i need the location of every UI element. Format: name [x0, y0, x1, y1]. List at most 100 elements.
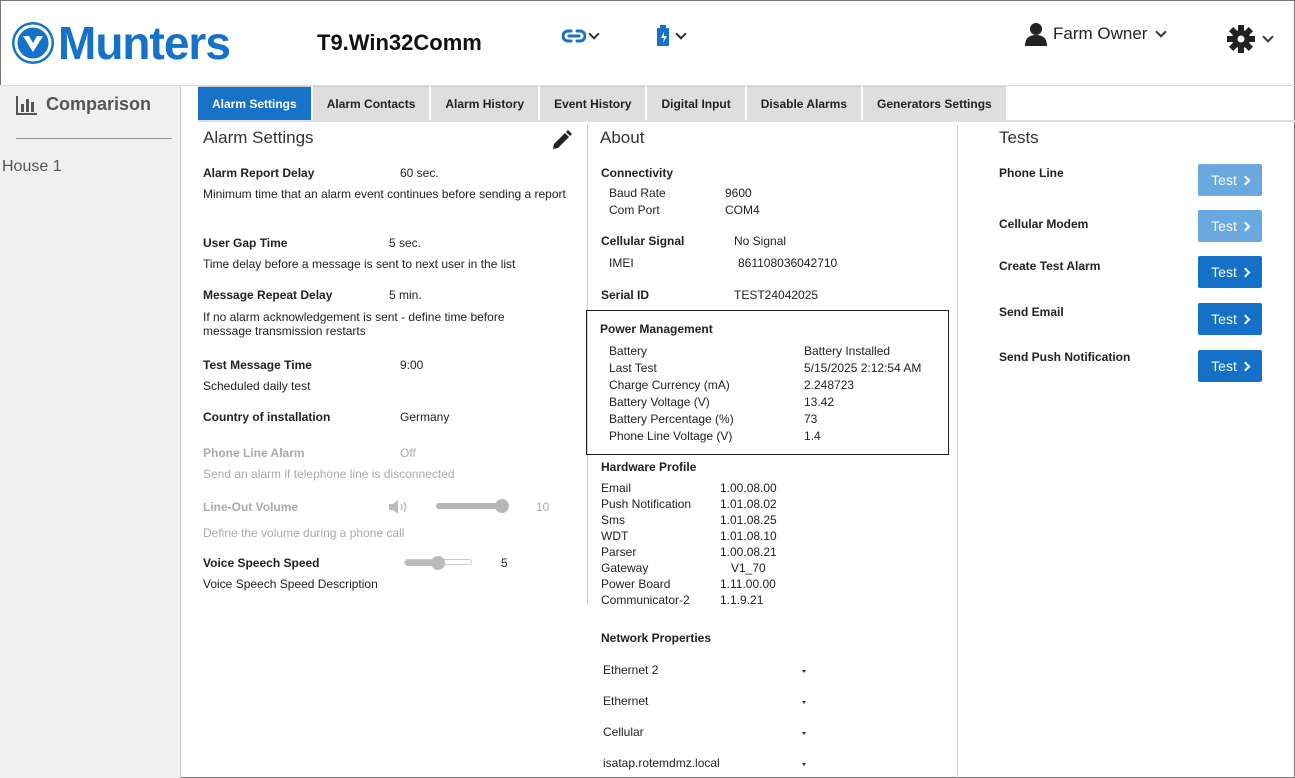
dropdown-arrow-icon[interactable]	[802, 701, 806, 704]
user-menu[interactable]: Farm Owner	[1025, 22, 1168, 46]
hardware-row-value: 1.01.08.10	[720, 529, 777, 543]
power-row-label: Last Test	[609, 361, 657, 375]
power-row-value: 5/15/2025 2:12:54 AM	[804, 361, 922, 375]
power-row-value: 13.42	[804, 395, 835, 409]
dropdown-arrow-icon[interactable]	[802, 732, 806, 735]
test-cellular-modem-button[interactable]: Test	[1198, 210, 1262, 242]
baud-rate-label: Baud Rate	[609, 186, 666, 200]
hardware-row-value: 1.00.08.00	[720, 481, 777, 495]
test-button-label: Test	[1211, 172, 1237, 188]
hardware-row-label: Communicator-2	[601, 593, 690, 607]
network-item-cellular[interactable]: Cellular	[603, 725, 644, 739]
message-repeat-delay-label: Message Repeat Delay	[203, 288, 333, 302]
chevron-right-icon	[1240, 221, 1251, 231]
link-icon	[562, 29, 586, 43]
test-push-notification-button[interactable]: Test	[1198, 350, 1262, 382]
user-gap-time-value: 5 sec.	[389, 236, 422, 250]
hardware-row-value: 1.11.00.00	[720, 577, 776, 591]
com-port-label: Com Port	[609, 203, 660, 217]
phone-line-alarm-label: Phone Line Alarm	[203, 446, 305, 460]
hardware-row-label: Power Board	[601, 577, 671, 591]
hardware-row-value: 1.01.08.25	[720, 513, 777, 527]
tab-disable-alarms[interactable]: Disable Alarms	[746, 86, 862, 120]
chevron-down-icon	[1155, 26, 1168, 38]
country-label: Country of installation	[203, 410, 331, 424]
power-row-label: Battery Percentage (%)	[609, 412, 734, 426]
slider-knob[interactable]	[495, 499, 509, 513]
test-create-alarm-label: Create Test Alarm	[999, 259, 1101, 273]
chevron-right-icon	[1240, 361, 1251, 371]
test-create-alarm-button[interactable]: Test	[1198, 256, 1262, 288]
battery-charging-icon	[657, 25, 669, 46]
line-out-volume-desc: Define the volume during a phone call	[203, 526, 405, 540]
line-out-volume-slider[interactable]	[436, 499, 509, 513]
chevron-down-icon	[1262, 31, 1274, 43]
edit-pencil-icon[interactable]	[550, 130, 572, 152]
tab-alarm-history[interactable]: Alarm History	[431, 86, 539, 120]
sidebar-item-comparison[interactable]: Comparison	[16, 94, 151, 115]
test-button-label: Test	[1211, 264, 1237, 280]
user-icon	[1025, 23, 1047, 46]
hardware-row-value: 1.1.9.21	[720, 593, 764, 607]
user-gap-time-label: User Gap Time	[203, 236, 288, 250]
hardware-row-label: Push Notification	[601, 497, 692, 511]
network-item-ethernet-2[interactable]: Ethernet 2	[603, 663, 658, 677]
top-header: Munters T9.Win32Comm Farm Owner	[0, 0, 1295, 86]
tab-generators-settings[interactable]: Generators Settings	[863, 86, 1006, 120]
munters-logo-icon	[12, 22, 54, 64]
voice-speech-speed-value: 5	[501, 556, 508, 570]
test-button-label: Test	[1211, 311, 1237, 327]
app-title: T9.Win32Comm	[317, 30, 482, 55]
network-properties-title: Network Properties	[601, 631, 712, 645]
gear-icon	[1227, 25, 1255, 53]
hardware-row-label: Parser	[601, 545, 637, 559]
test-phone-line-button[interactable]: Test	[1198, 164, 1262, 196]
test-send-email-button[interactable]: Test	[1198, 303, 1262, 335]
hardware-profile-title: Hardware Profile	[601, 460, 697, 474]
slider-fill	[436, 503, 502, 509]
hardware-row-value: V1_70	[731, 561, 766, 575]
sidebar-item-house[interactable]: House 1	[2, 158, 62, 176]
tab-digital-input[interactable]: Digital Input	[647, 86, 745, 120]
test-button-label: Test	[1211, 358, 1237, 374]
country-value[interactable]: Germany	[400, 410, 449, 424]
dropdown-arrow-icon[interactable]	[802, 763, 806, 766]
hardware-row-value: 1.00.08.21	[720, 545, 777, 559]
slider-knob[interactable]	[431, 556, 445, 570]
message-repeat-delay-value: 5 min.	[389, 288, 422, 302]
tab-alarm-contacts[interactable]: Alarm Contacts	[312, 86, 430, 120]
test-button-label: Test	[1211, 218, 1237, 234]
line-out-volume-label: Line-Out Volume	[203, 500, 299, 514]
hardware-row-label: Sms	[601, 513, 625, 527]
voice-speech-speed-slider[interactable]	[404, 556, 472, 570]
serial-id-label: Serial ID	[601, 288, 650, 302]
power-row-value: 2.248723	[804, 378, 855, 392]
baud-rate-value: 9600	[725, 186, 752, 200]
alarm-report-delay-value: 60 sec.	[400, 166, 439, 180]
test-cellular-modem-label: Cellular Modem	[999, 217, 1089, 231]
connectivity-title: Connectivity	[601, 166, 674, 180]
user-name: Farm Owner	[1053, 24, 1148, 43]
phone-line-alarm-value[interactable]: Off	[400, 446, 416, 460]
settings-menu[interactable]	[1226, 24, 1274, 54]
tab-event-history[interactable]: Event History	[540, 86, 646, 120]
column-divider	[957, 125, 958, 778]
sidebar-item-label: Comparison	[46, 94, 152, 114]
test-send-email-label: Send Email	[999, 305, 1064, 319]
dropdown-arrow-icon[interactable]	[802, 670, 806, 673]
device-menu[interactable]	[655, 24, 687, 48]
test-push-notification-label: Send Push Notification	[999, 350, 1131, 364]
power-row-label: Battery Voltage (V)	[609, 395, 710, 409]
cellular-signal-title: Cellular Signal	[601, 234, 685, 248]
com-port-value: COM4	[725, 203, 760, 217]
network-item-isatap[interactable]: isatap.rotemdmz.local	[603, 756, 720, 770]
test-message-time-desc: Scheduled daily test	[203, 379, 311, 393]
connection-menu[interactable]	[562, 28, 600, 44]
test-message-time-label: Test Message Time	[203, 358, 312, 372]
bar-chart-icon	[16, 95, 37, 115]
speaker-volume-icon	[389, 500, 407, 514]
tab-alarm-settings[interactable]: Alarm Settings	[198, 86, 311, 120]
munters-logo[interactable]: Munters	[12, 17, 231, 69]
power-row-label: Battery	[609, 344, 648, 358]
network-item-ethernet[interactable]: Ethernet	[603, 694, 648, 708]
